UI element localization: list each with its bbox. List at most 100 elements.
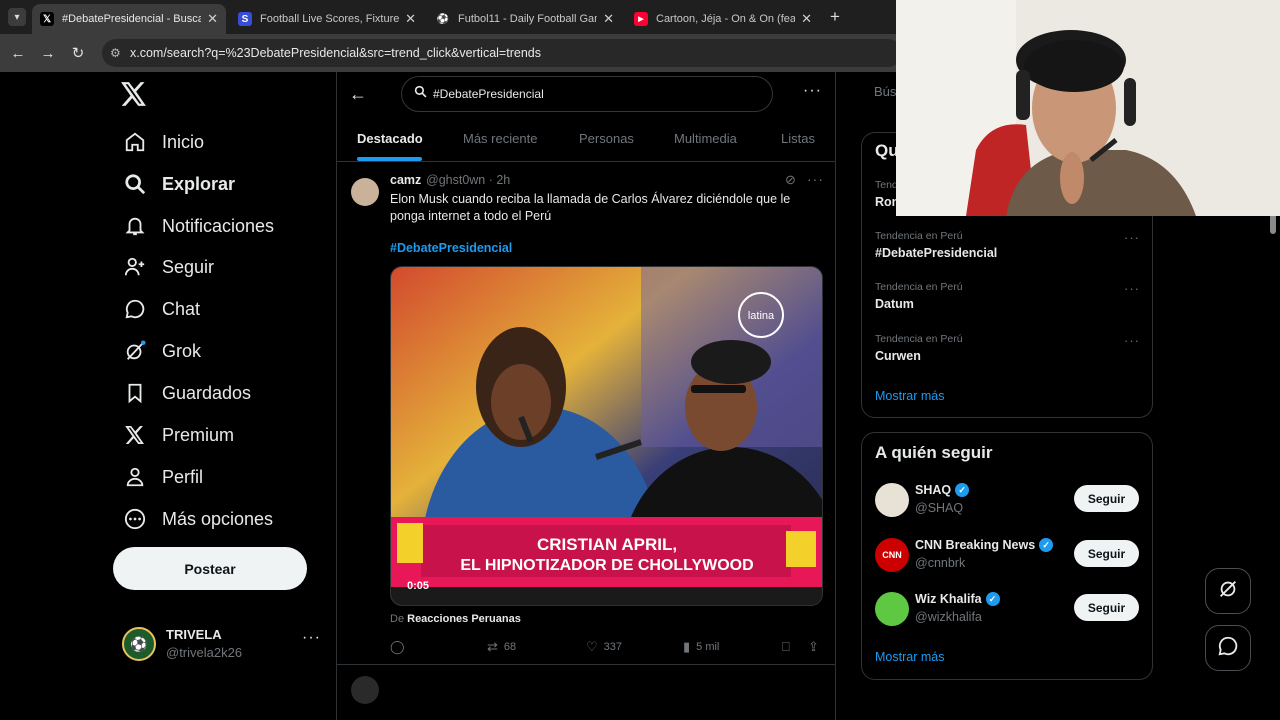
sidebar-item-guardados[interactable]: Guardados — [122, 373, 251, 413]
sidebar-item-premium[interactable]: Premium — [122, 415, 234, 455]
follow-button[interactable]: Seguir — [1074, 594, 1139, 621]
more-icon[interactable]: ··· — [302, 629, 321, 647]
trends-show-more-link[interactable]: Mostrar más — [875, 389, 944, 403]
more-icon[interactable]: ··· — [1124, 281, 1140, 296]
webcam-image — [896, 0, 1280, 216]
bell-icon — [122, 213, 148, 239]
search-input[interactable]: Bús — [874, 84, 896, 99]
sidebar-item-label: Perfil — [162, 466, 204, 487]
search-input[interactable]: #DebatePresidencial — [401, 76, 773, 112]
back-arrow-icon[interactable]: ← — [349, 84, 367, 105]
close-icon[interactable]: ✕ — [207, 11, 218, 27]
retweet-button[interactable]: ⇄ 68 — [487, 639, 516, 655]
tab-personas[interactable]: Personas — [579, 131, 634, 146]
tweet[interactable] — [337, 666, 835, 720]
futbol11-icon: ⚽ — [436, 13, 450, 25]
close-icon[interactable]: ✕ — [603, 11, 614, 27]
like-button[interactable]: ♡ 337 — [586, 639, 622, 655]
grok-icon[interactable]: ⊘ — [785, 172, 796, 188]
tab-multimedia[interactable]: Multimedia — [674, 131, 737, 146]
more-icon[interactable]: ··· — [803, 82, 822, 100]
trend-name: Curwen — [875, 349, 921, 363]
sidebar-item-label: Inicio — [162, 131, 205, 152]
sidebar-item-grok[interactable]: Grok — [122, 331, 201, 371]
tab-title: Football Live Scores, Fixtures & Results — [260, 13, 400, 25]
share-button[interactable]: ⇪ — [808, 639, 825, 655]
sidebar-item-explorar[interactable]: Explorar — [122, 164, 235, 204]
video-source-name[interactable]: Reacciones Peruanas — [407, 613, 521, 625]
trend-item[interactable]: Tendencia en Perú #DebatePresidencial ··… — [875, 230, 1145, 260]
tweet-video[interactable]: latina CRISTIAN APRIL, EL HIPNOTIZADOR D… — [390, 266, 823, 606]
browser-tab[interactable]: S Football Live Scores, Fixtures & Resul… — [230, 4, 424, 34]
sidebar-item-perfil[interactable]: Perfil — [122, 457, 203, 497]
follow-suggestion[interactable]: Wiz Khalifa ✓ @wizkhalifa Seguir — [875, 590, 1145, 630]
bookmark-icon — [122, 380, 148, 406]
forward-arrow-icon[interactable]: → — [37, 42, 59, 64]
sidebar-item-seguir[interactable]: Seguir — [122, 247, 214, 287]
messages-button[interactable] — [1205, 625, 1251, 671]
post-button[interactable]: Postear — [113, 547, 307, 590]
address-bar[interactable]: ⚙ x.com/search?q=%23DebatePresidencial&s… — [102, 39, 902, 67]
avatar[interactable] — [351, 178, 379, 206]
sidebar-item-notificaciones[interactable]: Notificaciones — [122, 206, 274, 246]
follow-icon — [122, 254, 148, 280]
back-arrow-icon[interactable]: ← — [7, 42, 29, 64]
reply-button[interactable]: ◯ — [390, 639, 411, 655]
site-info-icon[interactable]: ⚙ — [110, 46, 121, 60]
tab-mas-reciente[interactable]: Más reciente — [463, 131, 537, 146]
video-source[interactable]: De Reacciones Peruanas — [390, 613, 521, 625]
more-icon — [122, 506, 148, 532]
suggestion-handle: @cnnbrk — [915, 556, 966, 570]
reload-icon[interactable]: ↻ — [67, 42, 89, 64]
tab-title: Futbol11 - Daily Football Games — [458, 13, 597, 25]
trend-context: Tendencia en Perú — [875, 230, 963, 242]
sidebar-item-chat[interactable]: Chat — [122, 289, 200, 329]
verified-badge-icon: ✓ — [985, 592, 1000, 606]
avatar — [875, 483, 909, 517]
account-handle: @trivela2k26 — [166, 645, 243, 660]
tab-search-button[interactable]: ▾ — [8, 8, 26, 26]
sidebar-item-label: Más opciones — [162, 508, 274, 529]
scrollbar[interactable] — [1270, 214, 1276, 234]
grok-icon — [1217, 578, 1239, 605]
view-count: 5 mil — [696, 641, 720, 653]
x-logo-icon[interactable] — [121, 82, 147, 111]
grok-icon — [122, 338, 148, 364]
close-icon[interactable]: ✕ — [801, 11, 812, 27]
more-icon[interactable]: ··· — [807, 171, 824, 187]
suggestion-handle: @wizkhalifa — [915, 610, 982, 624]
browser-tab[interactable]: ▶ Cartoon, Jéja - On & On (feat. Daniel … — [626, 4, 820, 34]
more-icon[interactable]: ··· — [1124, 333, 1140, 348]
browser-tab-active[interactable]: 𝕏 #DebatePresidencial - Buscar / X ✕ — [32, 4, 226, 34]
tweet-hashtag[interactable]: #DebatePresidencial — [390, 241, 512, 255]
grok-button[interactable] — [1205, 568, 1251, 614]
tab-destacado[interactable]: Destacado — [357, 131, 423, 146]
trend-item[interactable]: Tendencia en Perú Curwen ··· — [875, 333, 1145, 363]
browser-tab[interactable]: ⚽ Futbol11 - Daily Football Games ✕ — [428, 4, 622, 34]
follow-suggestion[interactable]: SHAQ ✓ @SHAQ Seguir — [875, 481, 1145, 521]
more-icon[interactable]: ··· — [1124, 230, 1140, 245]
sidebar-item-label: Premium — [162, 424, 235, 445]
bookmark-button[interactable]: ⎕ — [782, 639, 796, 655]
tweet[interactable]: camz @ghst0wn · 2h ⊘ ··· Elon Musk cuand… — [337, 162, 835, 665]
sidebar-item-mas-opciones[interactable]: Más opciones — [122, 499, 273, 539]
views-button[interactable]: ▮ 5 mil — [683, 639, 719, 655]
follow-button[interactable]: Seguir — [1074, 485, 1139, 512]
sidebar-item-label: Grok — [162, 340, 202, 361]
follow-button[interactable]: Seguir — [1074, 540, 1139, 567]
new-tab-button[interactable]: + — [830, 7, 840, 27]
x-logo-icon: 𝕏 — [40, 12, 54, 26]
sidebar-item-inicio[interactable]: Inicio — [122, 122, 204, 162]
account-switcher[interactable]: ⚽ TRIVELA @trivela2k26 ··· — [122, 625, 322, 665]
video-banner-line1: CRISTIAN APRIL, — [537, 535, 677, 554]
tweet-author-name[interactable]: camz — [390, 173, 421, 187]
avatar: ⚽ — [122, 627, 156, 661]
follow-suggestion[interactable]: CNN CNN Breaking News ✓ @cnnbrk Seguir — [875, 536, 1145, 576]
who-to-follow-show-more-link[interactable]: Mostrar más — [875, 650, 944, 664]
who-to-follow-title: A quién seguir — [875, 443, 993, 462]
chat-icon — [122, 296, 148, 322]
trend-item[interactable]: Tendencia en Perú Datum ··· — [875, 281, 1145, 311]
close-icon[interactable]: ✕ — [405, 11, 416, 27]
tab-listas[interactable]: Listas — [781, 131, 815, 146]
trend-name: #DebatePresidencial — [875, 246, 998, 260]
